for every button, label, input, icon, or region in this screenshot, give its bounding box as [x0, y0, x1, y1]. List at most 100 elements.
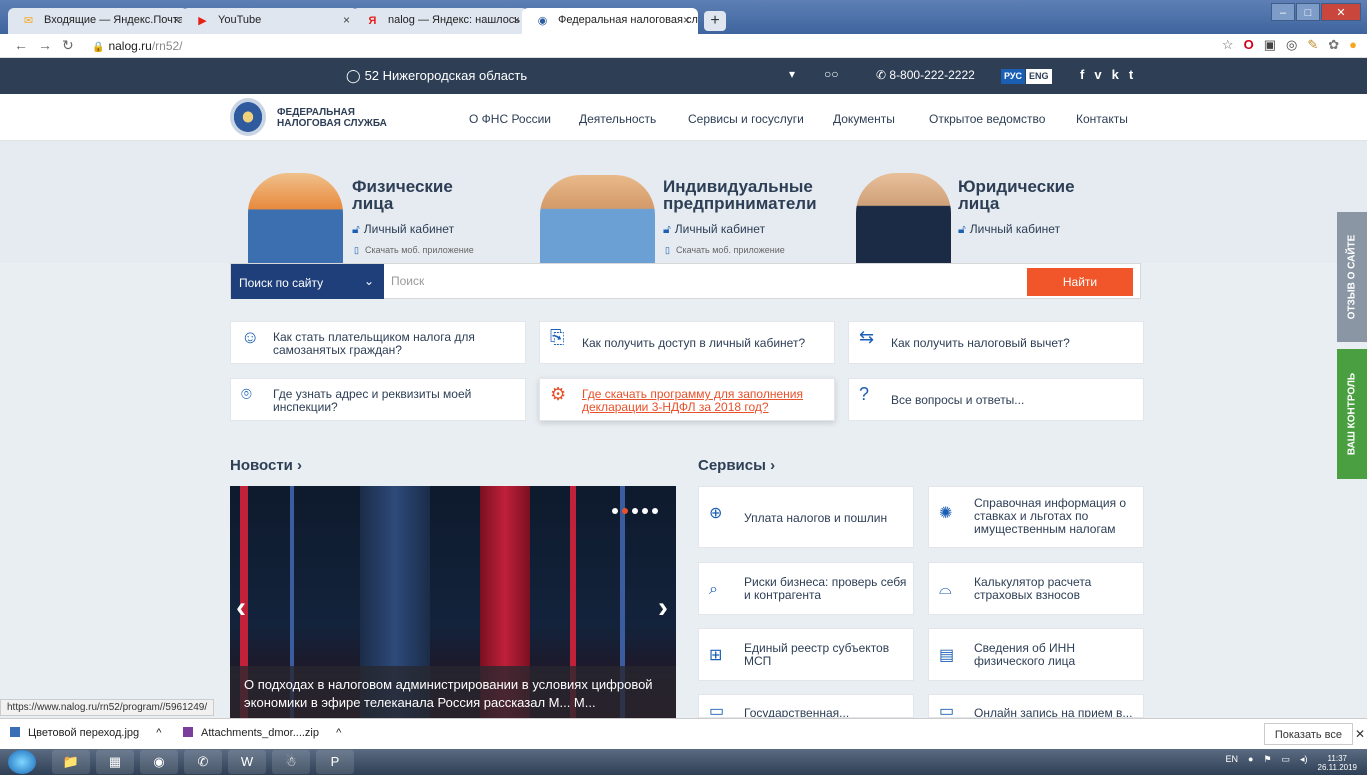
faq-card[interactable]: ⎘ Как получить доступ в личный кабинет?: [539, 321, 835, 364]
faq-card[interactable]: ⌾ Где узнать адрес и реквизиты моей инсп…: [230, 378, 526, 421]
viber-tray-icon[interactable]: ●: [1248, 754, 1253, 772]
word-taskbar-icon[interactable]: W: [228, 750, 266, 774]
chevron-right-icon[interactable]: ›: [658, 591, 668, 625]
nav-about[interactable]: О ФНС России: [469, 112, 551, 126]
chevron-down-icon[interactable]: ▾: [789, 67, 795, 81]
category-entrepreneurs-title[interactable]: Индивидуальные предприниматели: [663, 178, 817, 212]
slider-dot[interactable]: [632, 508, 638, 514]
url-field[interactable]: 🔒 nalog.ru/rn52/: [92, 39, 183, 53]
volume-icon[interactable]: ◂): [1300, 754, 1308, 772]
entrepreneurs-cabinet-link[interactable]: 🔓︎ Личный кабинет: [663, 222, 765, 237]
feedback-side-tab[interactable]: ОТЗЫВ О САЙТЕ: [1337, 212, 1367, 342]
lang-ru-button[interactable]: РУС: [1001, 69, 1025, 84]
service-card[interactable]: ▤ Сведения об ИНН физического лица: [928, 628, 1144, 681]
chevron-left-icon[interactable]: ‹: [236, 591, 246, 625]
nav-open-agency[interactable]: Открытое ведомство: [929, 112, 1045, 126]
lang-en-button[interactable]: ENG: [1026, 69, 1052, 84]
slider-dot[interactable]: [642, 508, 648, 514]
faq-card[interactable]: ⇆ Как получить налоговый вычет?: [848, 321, 1144, 364]
extension-icon[interactable]: ◎: [1286, 37, 1297, 53]
site-logo-text[interactable]: ФЕДЕРАЛЬНАЯ НАЛОГОВАЯ СЛУЖБА: [277, 107, 387, 129]
input-language[interactable]: EN: [1225, 754, 1238, 772]
opera-icon[interactable]: O: [1244, 37, 1254, 53]
fns-emblem-icon[interactable]: [230, 98, 266, 136]
extension-icon[interactable]: ●: [1349, 37, 1357, 53]
phone-link[interactable]: ✆ 8-800-222-2222: [876, 68, 975, 82]
system-clock[interactable]: 11:37 26.11.2019: [1318, 754, 1357, 772]
service-card[interactable]: ⌓ Калькулятор расчета страховых взносов: [928, 562, 1144, 615]
category-individuals-title[interactable]: Физические лица: [352, 178, 453, 212]
nav-documents[interactable]: Документы: [833, 112, 895, 126]
accessibility-glasses-icon[interactable]: ○○: [824, 67, 839, 81]
tab-yandex-search[interactable]: Я nalog — Яндекс: нашлось 10 тыс ×: [352, 8, 528, 34]
vk-icon[interactable]: vk: [1094, 67, 1128, 82]
new-tab-button[interactable]: +: [704, 11, 726, 31]
slider-dot[interactable]: [652, 508, 658, 514]
tab-fns[interactable]: ◉ Федеральная налоговая служба ×: [522, 8, 698, 34]
chevron-up-icon[interactable]: ^: [336, 727, 341, 739]
location-pin-icon: ⌾: [241, 384, 252, 404]
service-card[interactable]: ▭ Государственная...: [698, 694, 914, 718]
network-icon[interactable]: ▭: [1282, 754, 1291, 772]
service-card[interactable]: ⌕ Риски бизнеса: проверь себя и контраге…: [698, 562, 914, 615]
minimize-button[interactable]: –: [1271, 3, 1295, 21]
explorer-taskbar-icon[interactable]: 📁: [52, 750, 90, 774]
start-button[interactable]: [8, 750, 36, 774]
powerpoint-taskbar-icon[interactable]: P: [316, 750, 354, 774]
viber-taskbar-icon[interactable]: ✆: [184, 750, 222, 774]
close-icon[interactable]: ×: [173, 13, 180, 27]
service-card[interactable]: ▭ Онлайн запись на прием в...: [928, 694, 1144, 718]
maximize-button[interactable]: □: [1296, 3, 1320, 21]
news-section-title[interactable]: Новости ›: [230, 457, 302, 474]
calculator-taskbar-icon[interactable]: ▦: [96, 750, 134, 774]
nav-contacts[interactable]: Контакты: [1076, 112, 1128, 126]
show-all-downloads-button[interactable]: Показать все: [1263, 723, 1353, 745]
chrome-taskbar-icon[interactable]: ◉: [140, 750, 178, 774]
individuals-app-link[interactable]: ▯ Скачать моб. приложение: [354, 245, 474, 256]
flag-icon[interactable]: ⚑: [1263, 754, 1271, 772]
nav-services[interactable]: Сервисы и госуслуги: [688, 112, 804, 126]
region-selector[interactable]: ◯ 52 Нижегородская область: [346, 68, 527, 84]
slider-dot[interactable]: [612, 508, 618, 514]
category-legal-title[interactable]: Юридические лица: [958, 178, 1075, 212]
reload-icon[interactable]: ↻: [62, 37, 74, 54]
close-icon[interactable]: ✕: [1355, 727, 1365, 741]
faq-card-download-program[interactable]: ⚙ Где скачать программу для заполнения д…: [539, 378, 835, 421]
download-item[interactable]: Attachments_dmor....zip ^: [183, 727, 341, 739]
window-close-button[interactable]: ✕: [1321, 3, 1361, 21]
slider-dot-active[interactable]: [622, 508, 628, 514]
control-side-tab[interactable]: ВАШ КОНТРОЛЬ: [1337, 349, 1367, 479]
nav-activity[interactable]: Деятельность: [579, 112, 656, 126]
app-taskbar-icon[interactable]: ☃: [272, 750, 310, 774]
extension-icon[interactable]: ✿: [1328, 37, 1339, 53]
chevron-up-icon[interactable]: ^: [156, 727, 161, 739]
search-input[interactable]: Поиск: [391, 274, 424, 288]
search-button[interactable]: Найти: [1027, 268, 1133, 296]
services-section-title[interactable]: Сервисы ›: [698, 457, 775, 474]
faq-card[interactable]: ? Все вопросы и ответы...: [848, 378, 1144, 421]
back-arrow-icon[interactable]: ←: [14, 37, 28, 53]
service-card[interactable]: ✺ Справочная информация о ставках и льго…: [928, 486, 1144, 548]
star-icon[interactable]: ☆: [1222, 37, 1234, 53]
search-scope-select[interactable]: Поиск по сайту ⌄: [231, 264, 384, 299]
save-page-icon[interactable]: ▣: [1264, 37, 1276, 53]
individuals-cabinet-link[interactable]: 🔓︎ Личный кабинет: [352, 222, 454, 237]
tab-yandex-mail[interactable]: ✉ Входящие — Яндекс.Почта ×: [8, 8, 188, 34]
news-caption[interactable]: О подходах в налоговом администрировании…: [230, 666, 676, 718]
download-item[interactable]: Цветовой переход.jpg ^: [10, 727, 161, 739]
faq-card[interactable]: ☺ Как стать плательщиком налога для само…: [230, 321, 526, 364]
tab-youtube[interactable]: ▶ YouTube ×: [182, 8, 358, 34]
close-icon[interactable]: ×: [683, 13, 690, 27]
forward-arrow-icon[interactable]: →: [38, 37, 52, 53]
twitter-icon[interactable]: t: [1129, 67, 1143, 82]
extension-icon[interactable]: ✎: [1307, 37, 1318, 53]
service-card[interactable]: ⊞ Единый реестр субъектов МСП: [698, 628, 914, 681]
entrepreneurs-app-link[interactable]: ▯ Скачать моб. приложение: [665, 245, 785, 256]
close-icon[interactable]: ×: [513, 13, 520, 27]
news-slider[interactable]: ‹ › О подходах в налоговом администриров…: [230, 486, 676, 718]
service-card[interactable]: ⊕ Уплата налогов и пошлин: [698, 486, 914, 548]
service-label: Справочная информация о ставках и льгота…: [974, 496, 1127, 536]
close-icon[interactable]: ×: [343, 13, 350, 27]
facebook-icon[interactable]: f: [1080, 67, 1094, 82]
legal-cabinet-link[interactable]: 🔓︎ Личный кабинет: [958, 222, 1060, 237]
